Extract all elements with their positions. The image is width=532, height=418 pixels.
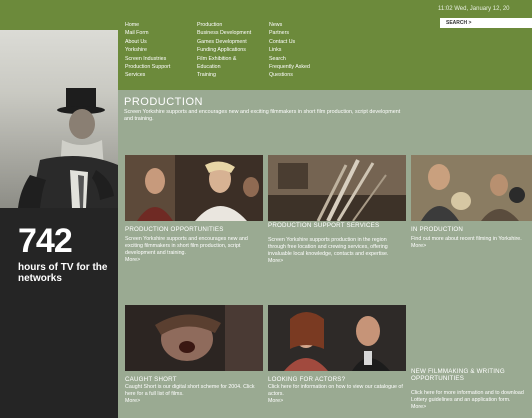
section-title: PRODUCTION xyxy=(124,96,203,108)
nav-link-news[interactable]: News xyxy=(269,21,329,29)
card-title[interactable]: IN PRODUCTION xyxy=(411,226,531,233)
more-link[interactable]: More> xyxy=(411,404,426,410)
card-text: Caught Short is our digital short scheme… xyxy=(125,384,263,405)
nav-link-links[interactable]: Links xyxy=(269,46,329,54)
man-with-hat-illustration xyxy=(18,88,118,208)
card-text: Find out more about recent filming in Yo… xyxy=(411,236,532,250)
card-title[interactable]: NEW FILMMAKING & WRITING OPPORTUNITIES xyxy=(411,368,532,382)
nav-link-business-development[interactable]: Business Development xyxy=(197,29,257,37)
nav-column-2: Production Business Development Games De… xyxy=(197,21,257,80)
more-link[interactable]: More> xyxy=(268,258,283,264)
nav-column-1: Home Mail Form About Us Yorkshire Screen… xyxy=(125,21,185,80)
nav-link-faq[interactable]: Frequently Asked Questions xyxy=(269,63,329,80)
card-text: Click here for information on how to vie… xyxy=(268,384,406,405)
nav-link-yorkshire[interactable]: Yorkshire xyxy=(125,46,185,54)
card-image xyxy=(411,155,532,221)
more-link[interactable]: More> xyxy=(125,398,140,404)
card-title[interactable]: PRODUCTION SUPPORT SERVICES xyxy=(268,222,388,229)
nav-link-screen-industries[interactable]: Screen Industries xyxy=(125,55,185,63)
card-body: Click here for more information and to d… xyxy=(411,390,524,403)
date-display: 11:02 Wed, January 12, 20 xyxy=(438,6,510,12)
card-body: Find out more about recent filming in Yo… xyxy=(411,236,522,242)
photo-actors xyxy=(268,305,406,371)
hero-photo-man-with-hat xyxy=(0,0,118,208)
nav-link-contact-us[interactable]: Contact Us xyxy=(269,38,329,46)
photo-film-equipment xyxy=(268,155,406,221)
photo-young-people xyxy=(125,155,263,221)
photo-screaming-face xyxy=(125,305,263,371)
card-body: Screen Yorkshire supports and encourages… xyxy=(125,236,248,256)
more-link[interactable]: More> xyxy=(125,257,140,263)
nav-link-production-support[interactable]: Production Support Services xyxy=(125,63,185,80)
more-link[interactable]: More> xyxy=(411,243,426,249)
card-title[interactable]: CAUGHT SHORT xyxy=(125,376,265,383)
more-link[interactable]: More> xyxy=(268,398,283,404)
left-column: 742 hours of TV for the networks xyxy=(0,0,118,418)
nav-link-home[interactable]: Home xyxy=(125,21,185,29)
card-text: Screen Yorkshire supports production in … xyxy=(268,237,406,265)
card-image xyxy=(268,155,406,221)
stat-caption: hours of TV for the networks xyxy=(18,262,108,284)
card-body: Screen Yorkshire supports production in … xyxy=(268,237,389,257)
section-description: Screen Yorkshire supports and encourages… xyxy=(124,109,401,122)
nav-link-production[interactable]: Production xyxy=(197,21,257,29)
nav-link-games-development[interactable]: Games Development xyxy=(197,38,257,46)
nav-link-film-exhibition[interactable]: Film Exhibition & Education xyxy=(197,55,257,72)
nav-link-search[interactable]: Search xyxy=(269,55,329,63)
card-body: Click here for information on how to vie… xyxy=(268,384,403,397)
nav-link-partners[interactable]: Partners xyxy=(269,29,329,37)
card-image xyxy=(125,155,263,221)
card-image xyxy=(125,305,263,371)
nav-link-funding-applications[interactable]: Funding Applications xyxy=(197,46,257,54)
card-image xyxy=(268,305,406,371)
nav-column-3: News Partners Contact Us Links Search Fr… xyxy=(269,21,329,80)
card-text: Screen Yorkshire supports and encourages… xyxy=(125,236,263,264)
card-text: Click here for more information and to d… xyxy=(411,390,532,411)
search-button[interactable]: SEARCH > xyxy=(440,18,532,28)
photo-film-crew xyxy=(411,155,532,221)
card-title[interactable]: PRODUCTION OPPORTUNITIES xyxy=(125,226,265,233)
card-body: Caught Short is our digital short scheme… xyxy=(125,384,255,397)
nav-link-training[interactable]: Training xyxy=(197,71,257,79)
nav-link-about-us[interactable]: About Us xyxy=(125,38,185,46)
card-title[interactable]: LOOKING FOR ACTORS? xyxy=(268,376,408,383)
nav-link-mail-form[interactable]: Mail Form xyxy=(125,29,185,37)
stat-number: 742 xyxy=(18,222,73,260)
